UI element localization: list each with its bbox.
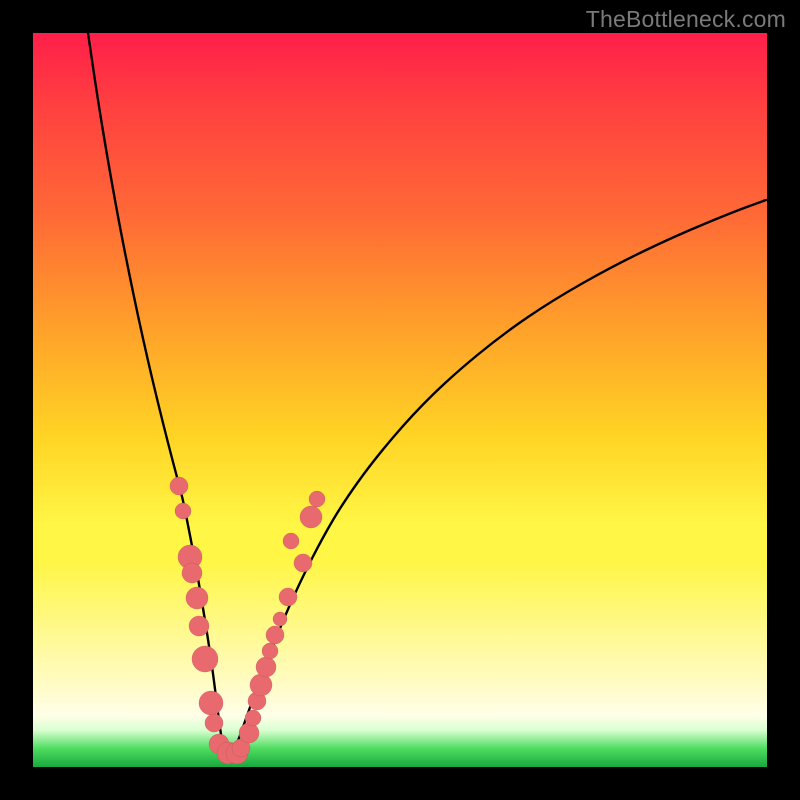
data-dot: [192, 646, 218, 672]
data-dot: [273, 612, 287, 626]
data-dot: [309, 491, 325, 507]
data-dot: [182, 563, 202, 583]
data-dot: [239, 723, 259, 743]
data-dot: [300, 506, 322, 528]
data-dot: [175, 503, 191, 519]
data-dot: [245, 710, 261, 726]
chart-frame: TheBottleneck.com: [0, 0, 800, 800]
data-dot: [186, 587, 208, 609]
data-dot: [283, 533, 299, 549]
data-dots: [170, 477, 325, 764]
data-dot: [294, 554, 312, 572]
data-dot: [170, 477, 188, 495]
data-dot: [266, 626, 284, 644]
watermark-text: TheBottleneck.com: [586, 6, 786, 33]
data-dot: [205, 714, 223, 732]
chart-svg: [33, 33, 767, 767]
data-dot: [189, 616, 209, 636]
data-dot: [262, 643, 278, 659]
bottleneck-curve: [88, 33, 766, 758]
data-dot: [279, 588, 297, 606]
data-dot: [250, 674, 272, 696]
data-dot: [199, 691, 223, 715]
data-dot: [256, 657, 276, 677]
plot-area: [33, 33, 767, 767]
